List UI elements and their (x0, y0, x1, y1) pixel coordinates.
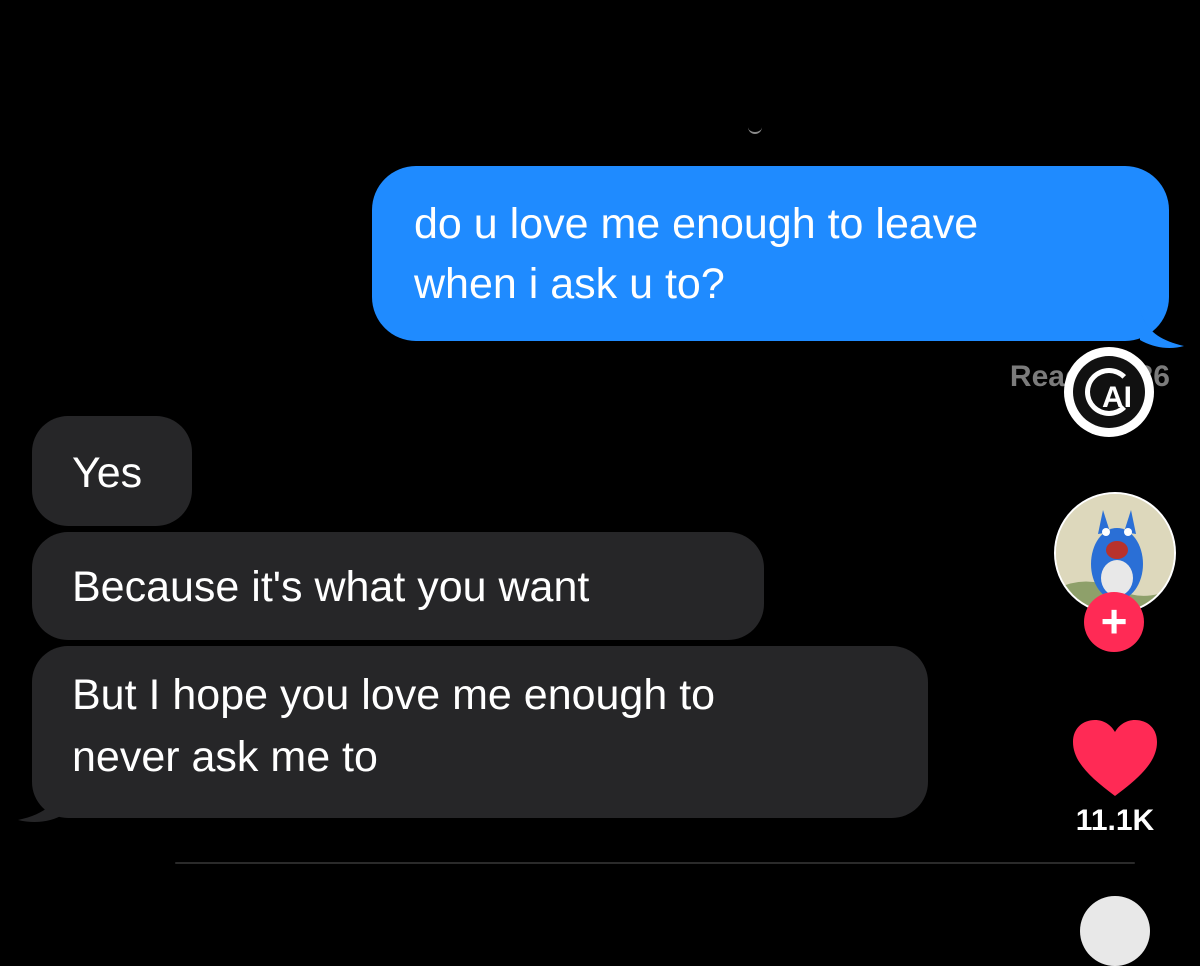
partial-icon-button[interactable] (1080, 896, 1150, 966)
follow-button[interactable]: + (1084, 592, 1144, 652)
sent-bubble-tail (1140, 310, 1184, 348)
received-message-text: Yes (72, 449, 143, 497)
like-count: 11.1K (1075, 804, 1155, 837)
received-message-text: Because it's what you want (72, 563, 590, 611)
next-bubble-edge (175, 862, 1135, 864)
sent-message-bubble[interactable]: do u love me enough to leave when i ask … (372, 166, 1169, 341)
scroll-hint-mark (748, 126, 762, 134)
heart-icon[interactable] (1071, 718, 1159, 798)
sent-message-text: do u love me enough to leave when i ask … (414, 200, 979, 308)
received-message-bubble[interactable]: But I hope you love me enough to never a… (32, 646, 928, 818)
received-message-bubble[interactable]: Yes (32, 416, 192, 526)
plus-icon: + (1100, 595, 1128, 647)
received-bubble-tail (18, 782, 64, 822)
ai-label-icon: AI (1073, 356, 1145, 428)
ai-generated-badge[interactable]: AI (1064, 347, 1154, 437)
received-message-text: But I hope you love me enough to never a… (72, 671, 716, 781)
received-message-bubble[interactable]: Because it's what you want (32, 532, 764, 640)
ai-label-text: AI (1102, 381, 1132, 414)
